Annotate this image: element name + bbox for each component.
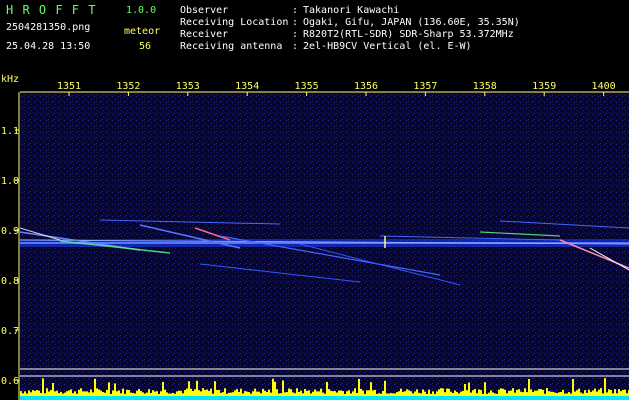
freq-tick-label: 0.9 [1, 226, 19, 237]
freq-tick-label: 0.7 [1, 326, 19, 337]
time-tick-label: 1400 [592, 81, 616, 92]
info-label-location: Receiving Location [180, 17, 289, 28]
meteor-count: 56 [139, 41, 152, 52]
app-title: H R O F F T [6, 3, 97, 17]
app-version: 1.0.0 [126, 5, 157, 16]
info-value-location: Ogaki, Gifu, JAPAN (136.60E, 35.35N) [303, 17, 520, 28]
freq-tick-label: 0.8 [1, 276, 19, 287]
info-label-observer: Observer [180, 5, 229, 16]
freq-tick-label: 1.1 [1, 126, 19, 137]
time-tick-label: 1359 [532, 81, 556, 92]
info-value-receiver: R820T2(RTL-SDR) SDR-Sharp 53.372MHz [303, 29, 514, 40]
time-tick-label: 1351 [57, 81, 81, 92]
time-tick-label: 1355 [295, 81, 319, 92]
freq-unit-label: kHz [1, 74, 19, 85]
freq-tick-label: 0.6 [1, 376, 19, 387]
info-value-antenna: 2el-HB9CV Vertical (el. E-W) [303, 41, 472, 52]
info-sep-3: : [292, 29, 299, 40]
info-sep-1: : [292, 5, 299, 16]
spectrogram: kHz 1.1 1.0 0.9 0.8 0.7 0.6 1351 1352 1353 1354 1… [1, 74, 629, 400]
freq-ticks: 1.1 1.0 0.9 0.8 0.7 0.6 [1, 126, 19, 387]
info-label-antenna: Receiving antenna [180, 41, 283, 52]
info-label-receiver: Receiver [180, 29, 229, 40]
meteor-label: meteor [124, 26, 161, 37]
level-floor [20, 396, 629, 400]
header-panel: H R O F F T 1.0.0 2504281350.png 25.04.2… [0, 0, 629, 70]
time-tick-label: 1357 [413, 81, 437, 92]
time-tick-label: 1353 [176, 81, 200, 92]
info-sep-2: : [292, 17, 299, 28]
time-tick-label: 1352 [116, 81, 140, 92]
time-tick-label: 1356 [354, 81, 378, 92]
observation-datetime: 25.04.28 13:50 [6, 41, 91, 52]
freq-tick-label: 1.0 [1, 176, 19, 187]
time-tick-label: 1354 [235, 81, 259, 92]
info-value-observer: Takanori Kawachi [303, 5, 400, 16]
info-sep-4: : [292, 41, 299, 52]
time-tick-label: 1358 [473, 81, 497, 92]
image-filename: 2504281350.png [6, 22, 91, 33]
